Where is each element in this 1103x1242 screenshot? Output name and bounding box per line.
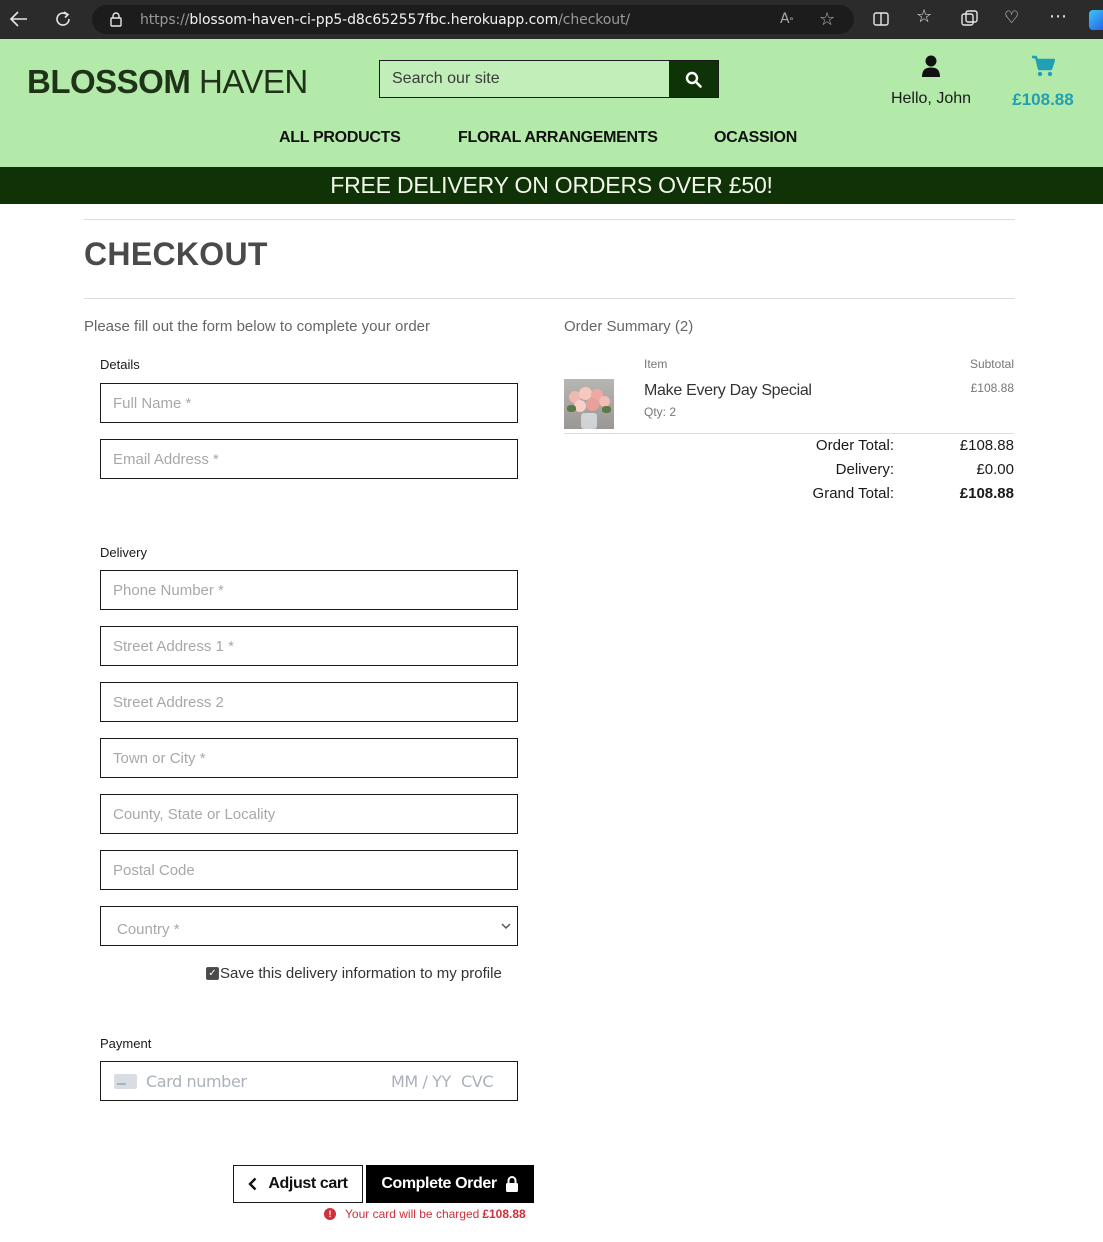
charge-amount: £108.88: [482, 1207, 526, 1221]
subtotal-column-header: Subtotal: [969, 357, 1014, 371]
browser-toolbar: https://blossom-haven-ci-pp5-d8c652557fb…: [0, 0, 1103, 39]
divider: [84, 219, 1015, 220]
complete-order-label: Complete Order: [381, 1175, 497, 1192]
url-path: /checkout/: [558, 11, 631, 28]
url-scheme: https://: [140, 11, 190, 28]
search-input[interactable]: [380, 61, 669, 97]
cart-total: £108.88: [1012, 90, 1074, 109]
order-total-label: Order Total:: [815, 437, 894, 454]
site-header: BLOSSOM HAVEN Hello, John £108.88 ALL PR…: [0, 39, 1103, 167]
order-total-value: £108.88: [959, 437, 1014, 454]
card-expiry-placeholder: MM / YY: [391, 1071, 451, 1091]
divider: [564, 433, 1014, 434]
delivery-label: Delivery: [100, 545, 147, 560]
refresh-icon[interactable]: [52, 8, 74, 30]
adjust-cart-label: Adjust cart: [268, 1175, 348, 1192]
divider: [84, 298, 1015, 299]
chevron-down-icon: [501, 923, 511, 930]
payment-label: Payment: [100, 1036, 152, 1051]
favorite-icon[interactable]: ☆: [819, 9, 835, 30]
save-info-label[interactable]: Save this delivery information to my pro…: [220, 965, 502, 982]
charge-notice-text: Your card will be charged: [345, 1207, 480, 1221]
street-address-1-field[interactable]: [100, 626, 518, 666]
performance-icon[interactable]: ♡: [1004, 8, 1019, 28]
street-address-2-field[interactable]: [100, 682, 518, 722]
split-screen-icon[interactable]: [872, 10, 890, 33]
grand-total-value: £108.88: [959, 485, 1014, 502]
grand-total-label: Grand Total:: [812, 485, 894, 502]
country-select[interactable]: Country *: [100, 906, 518, 946]
account-menu[interactable]: Hello, John: [884, 55, 978, 108]
product-subtotal: £108.88: [970, 381, 1014, 395]
nav-occasion[interactable]: OCASSION: [714, 129, 797, 147]
logo-light-text: HAVEN: [190, 63, 308, 100]
details-label: Details: [100, 357, 140, 372]
main-nav: ALL PRODUCTS FLORAL ARRANGEMENTS OCASSIO…: [0, 129, 1103, 151]
adjust-cart-button[interactable]: Adjust cart: [233, 1165, 363, 1203]
address-bar[interactable]: https://blossom-haven-ci-pp5-d8c652557fb…: [92, 5, 854, 34]
email-field[interactable]: [100, 439, 518, 479]
user-icon: [922, 55, 940, 77]
chevron-left-icon: [248, 1177, 257, 1191]
nav-all-products[interactable]: ALL PRODUCTS: [279, 129, 401, 147]
delivery-cost-value: £0.00: [976, 461, 1014, 478]
item-column-header: Item: [644, 357, 668, 371]
county-field[interactable]: [100, 794, 518, 834]
charge-notice: ! Your card will be charged £108.88: [324, 1207, 526, 1221]
checkout-intro: Please fill out the form below to comple…: [84, 318, 431, 335]
order-summary-title: Order Summary (2): [564, 318, 694, 335]
lock-icon: [505, 1176, 518, 1192]
search-icon: [685, 71, 702, 88]
save-info-row: ✓ Save this delivery information to my p…: [206, 965, 502, 982]
shopping-cart-icon: [1032, 55, 1056, 77]
back-icon[interactable]: [8, 8, 30, 30]
credit-card-icon: [114, 1073, 137, 1089]
site-logo[interactable]: BLOSSOM HAVEN: [27, 63, 308, 101]
postal-code-field[interactable]: [100, 850, 518, 890]
phone-field[interactable]: [100, 570, 518, 610]
url-text: https://blossom-haven-ci-pp5-d8c652557fb…: [140, 12, 630, 28]
delivery-banner: FREE DELIVERY ON ORDERS OVER £50!: [0, 167, 1103, 204]
cart-link[interactable]: £108.88: [1006, 55, 1080, 110]
page-title: CHECKOUT: [84, 236, 268, 272]
country-select-value: Country *: [117, 920, 180, 938]
exclamation-circle-icon: !: [324, 1208, 336, 1220]
card-number-placeholder: Card number: [146, 1071, 247, 1091]
product-image: [564, 379, 614, 429]
town-city-field[interactable]: [100, 738, 518, 778]
account-label: Hello, John: [890, 90, 972, 107]
card-element[interactable]: Card number MM / YY CVC: [100, 1061, 518, 1101]
save-info-checkbox[interactable]: ✓: [206, 967, 219, 980]
product-quantity: Qty: 2: [644, 405, 677, 419]
search-button[interactable]: [669, 61, 718, 97]
delivery-banner-text: FREE DELIVERY ON ORDERS OVER £50!: [330, 172, 773, 198]
more-icon[interactable]: ⋯: [1049, 6, 1067, 27]
delivery-cost-label: Delivery:: [835, 461, 894, 478]
favorites-icon[interactable]: ☆: [916, 6, 932, 27]
nav-floral-arrangements[interactable]: FLORAL ARRANGEMENTS: [458, 129, 658, 147]
card-cvc-placeholder: CVC: [461, 1071, 494, 1091]
url-host: blossom-haven-ci-pp5-d8c652557fbc.heroku…: [189, 11, 559, 28]
complete-order-button[interactable]: Complete Order: [366, 1165, 534, 1203]
full-name-field[interactable]: [100, 383, 518, 423]
read-aloud-icon[interactable]: Aᵃ: [780, 11, 793, 27]
collections-icon[interactable]: [960, 10, 980, 33]
search-form: [379, 60, 719, 98]
product-name: Make Every Day Special: [644, 382, 812, 399]
lock-icon[interactable]: [110, 12, 122, 32]
copilot-icon[interactable]: [1089, 10, 1103, 30]
logo-bold-text: BLOSSOM: [27, 63, 191, 100]
